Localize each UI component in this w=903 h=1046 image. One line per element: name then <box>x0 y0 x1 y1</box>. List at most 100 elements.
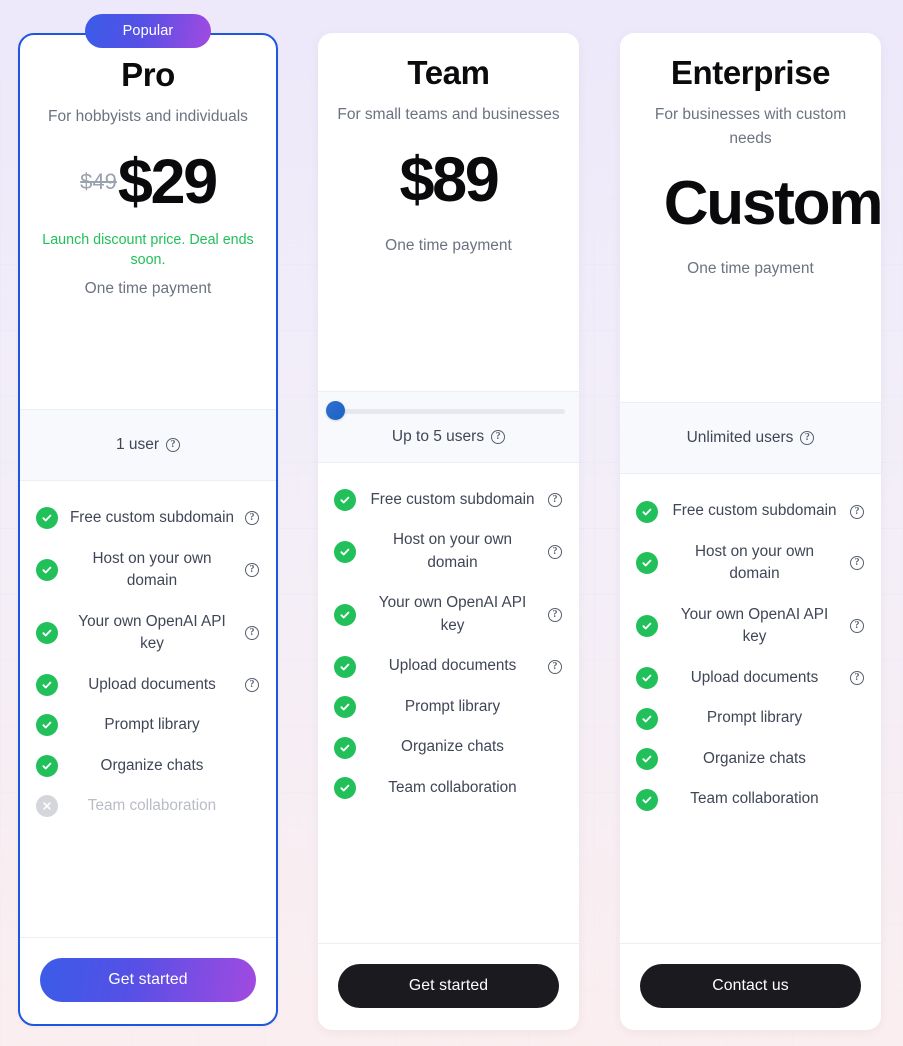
check-circle-icon <box>636 500 658 523</box>
plan-description-pro: For hobbyists and individuals <box>48 107 248 125</box>
check-circle-icon <box>36 622 58 645</box>
check-circle-icon <box>334 736 356 759</box>
plan-description-team: For small teams and businesses <box>337 105 560 123</box>
check-circle-icon <box>334 603 356 626</box>
feature-label: Prompt library <box>706 709 803 727</box>
feature-row: Team collaboration <box>334 777 563 800</box>
check-circle-icon <box>334 489 356 512</box>
payment-note-pro: One time payment <box>84 279 212 297</box>
feature-help-slot: ? <box>244 511 260 526</box>
feature-label: Host on your own domain <box>392 531 513 571</box>
feature-row: Your own OpenAI API key? <box>36 611 260 656</box>
help-circle-icon[interactable]: ? <box>245 677 259 692</box>
help-circle-icon[interactable]: ? <box>548 659 562 674</box>
feature-label: Prompt library <box>104 716 200 734</box>
users-count-label-pro: 1 user <box>115 436 160 454</box>
feature-label: Your own OpenAI API key <box>680 605 829 646</box>
feature-label: Team collaboration <box>690 790 819 808</box>
users-count-team: Up to 5 users ? <box>392 428 506 446</box>
help-circle-icon[interactable]: ? <box>491 429 506 444</box>
check-circle-icon <box>636 667 658 690</box>
feature-row: Upload documents? <box>334 655 563 678</box>
discount-note-pro: Launch discount price. Deal ends soon. <box>42 231 254 269</box>
check-circle-icon <box>334 540 356 563</box>
feature-label: Your own OpenAI API key <box>78 612 226 653</box>
feature-help-slot: ? <box>547 607 563 622</box>
feature-row: Free custom subdomain? <box>636 500 865 523</box>
help-circle-icon[interactable]: ? <box>245 626 259 641</box>
check-circle-icon <box>334 655 356 678</box>
feature-row: Host on your own domain? <box>334 529 563 574</box>
feature-row: Organize chats <box>636 748 865 771</box>
plan-description-enterprise: For businesses with custom needs <box>654 105 847 147</box>
feature-label: Organize chats <box>401 738 504 756</box>
feature-label: Upload documents <box>88 675 216 693</box>
help-circle-icon[interactable]: ? <box>548 544 562 559</box>
plan-name-team: Team <box>407 54 490 91</box>
current-price-enterprise: Custom <box>663 168 884 238</box>
help-circle-icon[interactable]: ? <box>800 431 815 446</box>
feature-row: Host on your own domain? <box>36 548 260 593</box>
check-circle-icon <box>36 754 58 777</box>
feature-list-team: Free custom subdomain? Host on your own d… <box>318 463 579 809</box>
current-price-pro: $29 <box>117 146 218 217</box>
users-band-team: Up to 5 users ? <box>318 390 579 463</box>
help-circle-icon[interactable]: ? <box>850 619 864 634</box>
check-circle-icon <box>636 788 658 811</box>
user-count-slider[interactable] <box>326 400 565 420</box>
feature-label: Upload documents <box>388 657 517 675</box>
x-circle-icon <box>36 795 58 818</box>
contact-us-button-enterprise[interactable]: Contact us <box>640 964 861 1008</box>
pricing-card-team: Team For small teams and businesses $89 … <box>318 33 579 1030</box>
pricing-table: Popular Pro For hobbyists and individual… <box>0 0 903 1046</box>
help-circle-icon[interactable]: ? <box>850 556 864 571</box>
feature-label: Free custom subdomain <box>672 502 837 520</box>
card-header-team: Team For small teams and businesses $89 … <box>318 33 579 257</box>
plan-name-enterprise: Enterprise <box>670 54 831 91</box>
help-circle-icon[interactable]: ? <box>548 607 562 622</box>
get-started-button-team[interactable]: Get started <box>338 963 559 1008</box>
feature-help-slot: ? <box>849 504 865 519</box>
feature-label: Host on your own domain <box>92 549 212 590</box>
check-circle-icon <box>636 748 658 771</box>
feature-row: Free custom subdomain? <box>334 489 563 512</box>
feature-row: Team collaboration <box>36 795 260 818</box>
feature-help-slot: ? <box>849 671 865 686</box>
price-row-team: $89 <box>334 148 563 212</box>
price-row-pro: $49 $29 <box>36 146 260 217</box>
feature-help-slot: ? <box>849 619 865 634</box>
help-circle-icon[interactable]: ? <box>850 504 864 519</box>
check-circle-icon <box>36 673 58 696</box>
feature-row: Upload documents? <box>636 667 865 690</box>
check-circle-icon <box>636 552 658 575</box>
cta-zone-enterprise: Contact us <box>620 943 881 1030</box>
cta-zone-pro: Get started <box>20 936 276 1024</box>
cta-zone-team: Get started <box>318 942 579 1030</box>
card-header-enterprise: Enterprise For businesses with custom ne… <box>620 33 884 280</box>
get-started-button-pro[interactable]: Get started <box>40 957 256 1002</box>
feature-label: Prompt library <box>404 697 501 715</box>
feature-row: Host on your own domain? <box>636 541 865 586</box>
help-circle-icon[interactable]: ? <box>245 563 259 578</box>
feature-label: Organize chats <box>703 749 806 767</box>
pricing-card-pro: Pro For hobbyists and individuals $49 $2… <box>18 33 278 1026</box>
feature-label: Organize chats <box>100 756 204 774</box>
feature-help-slot: ? <box>849 556 865 571</box>
help-circle-icon[interactable]: ? <box>548 493 562 508</box>
feature-row: Upload documents? <box>36 673 260 696</box>
check-circle-icon <box>36 559 58 582</box>
slider-track[interactable] <box>332 408 565 414</box>
feature-row: Organize chats <box>36 754 260 777</box>
feature-row: Organize chats <box>334 736 563 759</box>
users-count-label-enterprise: Unlimited users <box>686 429 794 447</box>
feature-row: Prompt library <box>36 714 260 737</box>
slider-thumb-handle[interactable] <box>326 400 345 420</box>
feature-label: Free custom subdomain <box>370 490 535 508</box>
feature-help-slot: ? <box>547 659 563 674</box>
help-circle-icon[interactable]: ? <box>245 511 259 526</box>
feature-label: Upload documents <box>690 668 819 686</box>
popular-badge: Popular <box>85 14 211 48</box>
help-circle-icon[interactable]: ? <box>850 671 864 686</box>
feature-label: Your own OpenAI API key <box>378 594 527 634</box>
help-circle-icon[interactable]: ? <box>166 438 181 453</box>
